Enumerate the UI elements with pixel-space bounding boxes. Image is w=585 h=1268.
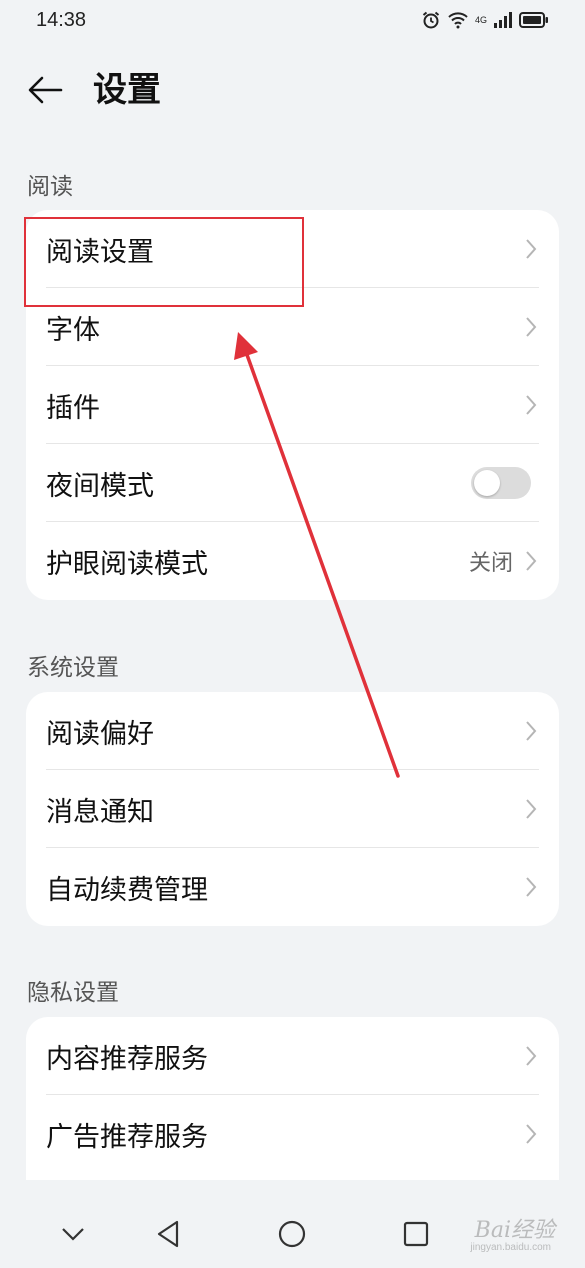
chevron-right-icon bbox=[526, 799, 537, 819]
section-title-system: 系统设置 bbox=[27, 655, 119, 681]
row-eye-care-mode[interactable]: 护眼阅读模式 关闭 bbox=[26, 522, 559, 600]
battery-icon bbox=[519, 11, 549, 29]
row-label: 护眼阅读模式 bbox=[46, 548, 208, 580]
row-font[interactable]: 字体 bbox=[26, 288, 559, 366]
nav-back-button[interactable] bbox=[146, 1212, 190, 1256]
watermark-url: jingyan.baidu.com bbox=[470, 1242, 551, 1253]
chevron-right-icon bbox=[526, 239, 537, 259]
row-label: 阅读设置 bbox=[46, 236, 154, 268]
row-reading-settings[interactable]: 阅读设置 bbox=[26, 210, 559, 288]
back-triangle-icon bbox=[157, 1220, 179, 1248]
page-title: 设置 bbox=[93, 70, 161, 110]
back-arrow-icon bbox=[28, 76, 63, 104]
recents-square-icon bbox=[403, 1221, 429, 1247]
toggle-knob bbox=[474, 470, 500, 496]
row-auto-renewal[interactable]: 自动续费管理 bbox=[26, 848, 559, 926]
collapse-icon bbox=[62, 1228, 84, 1241]
row-label: 字体 bbox=[46, 314, 100, 346]
chevron-right-icon bbox=[526, 1046, 537, 1066]
chevron-right-icon bbox=[526, 317, 537, 337]
row-label: 插件 bbox=[46, 392, 100, 424]
row-value: 关闭 bbox=[468, 551, 513, 576]
nav-home-button[interactable] bbox=[270, 1212, 314, 1256]
nav-recents-button[interactable] bbox=[394, 1212, 438, 1256]
watermark-logo: Bai经验 bbox=[474, 1218, 555, 1243]
system-settings-card: 阅读偏好 消息通知 自动续费管理 bbox=[26, 692, 559, 926]
app-header: 设置 bbox=[0, 55, 585, 125]
collapse-button[interactable] bbox=[51, 1212, 95, 1256]
status-time: 14:38 bbox=[36, 9, 87, 31]
privacy-settings-card: 内容推荐服务 广告推荐服务 bbox=[26, 1017, 559, 1180]
row-ad-recommendation[interactable]: 广告推荐服务 bbox=[26, 1095, 559, 1173]
row-label: 自动续费管理 bbox=[46, 874, 208, 906]
section-title-reading: 阅读 bbox=[27, 174, 73, 200]
chevron-right-icon bbox=[526, 877, 537, 897]
chevron-right-icon bbox=[526, 721, 537, 741]
chevron-right-icon bbox=[526, 1124, 537, 1144]
row-reading-preference[interactable]: 阅读偏好 bbox=[26, 692, 559, 770]
row-notifications[interactable]: 消息通知 bbox=[26, 770, 559, 848]
row-label: 夜间模式 bbox=[46, 470, 154, 502]
status-bar: 14:38 4G bbox=[0, 0, 585, 44]
reading-settings-card: 阅读设置 字体 插件 夜间模式 护眼阅读模式 关闭 bbox=[26, 210, 559, 600]
alarm-icon bbox=[421, 10, 441, 30]
section-title-privacy: 隐私设置 bbox=[27, 980, 119, 1006]
chevron-right-icon bbox=[526, 551, 537, 571]
status-icons: 4G bbox=[421, 10, 549, 30]
row-label: 阅读偏好 bbox=[46, 718, 154, 750]
row-content-recommendation[interactable]: 内容推荐服务 bbox=[26, 1017, 559, 1095]
signal-icon bbox=[493, 11, 513, 29]
row-label: 广告推荐服务 bbox=[46, 1121, 208, 1153]
row-label: 消息通知 bbox=[46, 796, 154, 828]
row-label: 内容推荐服务 bbox=[46, 1043, 208, 1075]
row-plugins[interactable]: 插件 bbox=[26, 366, 559, 444]
chevron-right-icon bbox=[526, 395, 537, 415]
wifi-icon bbox=[447, 11, 469, 29]
back-button[interactable] bbox=[22, 67, 68, 113]
night-mode-toggle[interactable] bbox=[471, 467, 531, 499]
row-night-mode: 夜间模式 bbox=[26, 444, 559, 522]
network-type: 4G bbox=[474, 15, 487, 25]
home-circle-icon bbox=[278, 1220, 306, 1248]
